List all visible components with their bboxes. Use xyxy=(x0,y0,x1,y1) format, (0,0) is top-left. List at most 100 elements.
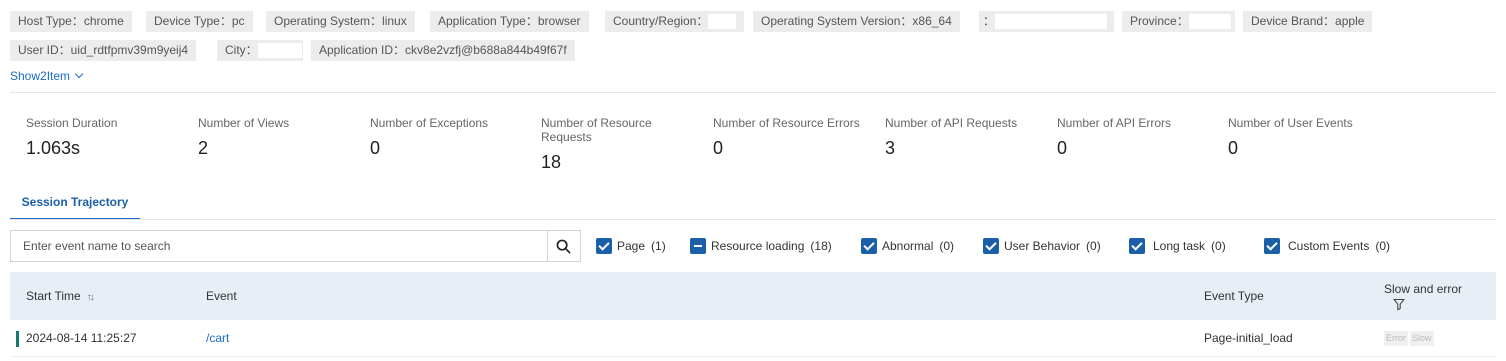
tag-label: Device Brand： xyxy=(1251,14,1336,28)
filter-custom-events[interactable]: Custom Events (0) xyxy=(1264,237,1390,255)
stat-value: 0 xyxy=(370,138,381,158)
table-row[interactable]: 2024-08-14 11:25:27 /cart Page-initial_l… xyxy=(10,321,1496,357)
show-more-toggle[interactable]: Show2Item xyxy=(10,69,84,84)
checkbox-checked-icon[interactable] xyxy=(861,238,877,254)
search-input[interactable] xyxy=(11,231,548,261)
filter-label: Long task xyxy=(1153,239,1206,253)
tag-country-region: Country/Region： xyxy=(605,11,744,32)
filter-label: Custom Events xyxy=(1288,239,1370,253)
stat-label: Number of Resource Errors xyxy=(713,116,860,130)
cell-event-link[interactable]: /cart xyxy=(206,321,229,357)
stat-number-of-exceptions: Number of Exceptions 0 xyxy=(370,116,530,158)
filter-count: (0) xyxy=(1211,239,1226,253)
stat-label: Number of API Requests xyxy=(885,116,1018,130)
checkbox-checked-icon[interactable] xyxy=(1264,238,1280,254)
tag-province: Province： xyxy=(1122,11,1235,32)
stat-value: 0 xyxy=(713,138,724,158)
tag-device-type: Device Type：pc xyxy=(146,11,253,32)
column-header-label: Slow and error xyxy=(1384,282,1463,296)
stat-number-of-api-requests: Number of API Requests 3 xyxy=(885,116,1045,158)
tag-value: ckv8e2vzfj@b688a844b49f67f xyxy=(405,43,567,57)
stat-value: 3 xyxy=(885,138,896,158)
stat-number-of-resource-requests: Number of Resource Requests 18 xyxy=(541,116,691,172)
filter-label: User Behavior xyxy=(1004,239,1081,253)
tag-value-blank xyxy=(1188,14,1231,29)
tag-label: Operating System Version： xyxy=(761,14,913,28)
stat-value: 18 xyxy=(541,152,562,172)
filter-label: Page xyxy=(617,239,646,253)
tab-session-trajectory[interactable]: Session Trajectory xyxy=(10,195,140,220)
error-badge: Error xyxy=(1384,331,1408,347)
stat-label: Number of User Events xyxy=(1228,116,1353,130)
search-button[interactable] xyxy=(547,231,580,261)
tag-user-id: User ID：uid_rdtfpmv39m9yeij4 xyxy=(10,40,197,61)
stat-number-of-resource-errors: Number of Resource Errors 0 xyxy=(713,116,873,158)
chevron-down-icon xyxy=(74,69,84,79)
filter-label: Abnormal xyxy=(882,239,934,253)
checkbox-checked-icon[interactable] xyxy=(983,238,999,254)
tag-value: x86_64 xyxy=(912,14,952,28)
stat-value: 1.063s xyxy=(26,138,81,158)
tag-value-blank xyxy=(257,43,302,58)
tab-divider xyxy=(10,219,1496,220)
section-divider xyxy=(10,92,1496,93)
show-more-label: Show2Item xyxy=(10,69,71,83)
stat-value: 0 xyxy=(1057,138,1068,158)
search-icon xyxy=(556,239,571,253)
stat-label: Number of Exceptions xyxy=(370,116,489,130)
tag-label: Province： xyxy=(1130,14,1189,28)
checkbox-checked-icon[interactable] xyxy=(596,238,612,254)
stat-value: 0 xyxy=(1228,138,1239,158)
tag-value-blank xyxy=(995,14,1108,29)
column-header-start-time[interactable]: Start Time ↑↓ xyxy=(26,272,95,322)
tag-value: pc xyxy=(231,14,245,28)
filter-count: (0) xyxy=(1086,239,1101,253)
filter-icon[interactable] xyxy=(1393,298,1405,311)
checkbox-checked-icon[interactable] xyxy=(1129,238,1145,254)
slow-badge: Slow xyxy=(1410,331,1434,347)
column-header-label: Start Time xyxy=(26,289,81,303)
stat-number-of-api-errors: Number of API Errors 0 xyxy=(1057,116,1217,158)
checkbox-indeterminate-icon[interactable] xyxy=(690,238,706,254)
tag-label: Application ID： xyxy=(319,43,406,57)
tag-value: chrome xyxy=(83,14,124,28)
tag-value: apple xyxy=(1335,14,1365,28)
filter-count: (18) xyxy=(810,239,832,253)
tag-value: browser xyxy=(537,14,581,28)
stat-value: 2 xyxy=(198,138,209,158)
filter-count: (0) xyxy=(1375,239,1391,253)
tag-value: linux xyxy=(382,14,407,28)
tag-city: City： xyxy=(217,40,303,61)
tag-label: Country/Region： xyxy=(613,14,709,28)
column-header-label: Event Type xyxy=(1204,289,1264,303)
filter-count: (0) xyxy=(939,239,955,253)
filter-resource-loading[interactable]: Resource loading (18) xyxy=(690,237,832,255)
stat-session-duration: Session Duration 1.063s xyxy=(26,116,186,158)
tag-value: uid_rdtfpmv39m9yeij4 xyxy=(70,43,189,57)
tag-operating-system: Operating System：linux xyxy=(266,11,415,32)
sort-icon[interactable]: ↑↓ xyxy=(87,274,95,322)
tag-label: Application Type： xyxy=(438,14,538,28)
filter-page[interactable]: Page (1) xyxy=(596,237,666,255)
column-header-event-type: Event Type xyxy=(1204,272,1264,320)
tag-label: City： xyxy=(225,43,258,57)
filter-user-behavior[interactable]: User Behavior (0) xyxy=(983,237,1101,255)
stat-label: Number of API Errors xyxy=(1057,116,1172,130)
stat-label: Number of Views xyxy=(198,116,290,130)
table-header: Start Time ↑↓ Event Event Type Slow and e… xyxy=(10,272,1496,320)
tag-label: Host Type： xyxy=(18,14,84,28)
tag-unlabeled: ： xyxy=(979,11,1114,32)
filter-abnormal[interactable]: Abnormal (0) xyxy=(861,237,954,255)
tag-label: Operating System： xyxy=(274,14,383,28)
filter-label: Resource loading xyxy=(711,239,805,253)
stat-label: Session Duration xyxy=(26,116,118,130)
tag-os-version: Operating System Version：x86_64 xyxy=(753,11,960,32)
filter-long-task[interactable]: Long task (0) xyxy=(1129,237,1226,255)
column-header-event: Event xyxy=(206,272,237,320)
cell-slow-error: Error Slow xyxy=(1384,321,1436,357)
filter-count: (1) xyxy=(651,239,666,253)
tag-label: Device Type： xyxy=(154,14,232,28)
tag-value-blank xyxy=(708,14,737,29)
row-status-marker xyxy=(16,331,19,347)
tag-label: User ID： xyxy=(18,43,71,57)
